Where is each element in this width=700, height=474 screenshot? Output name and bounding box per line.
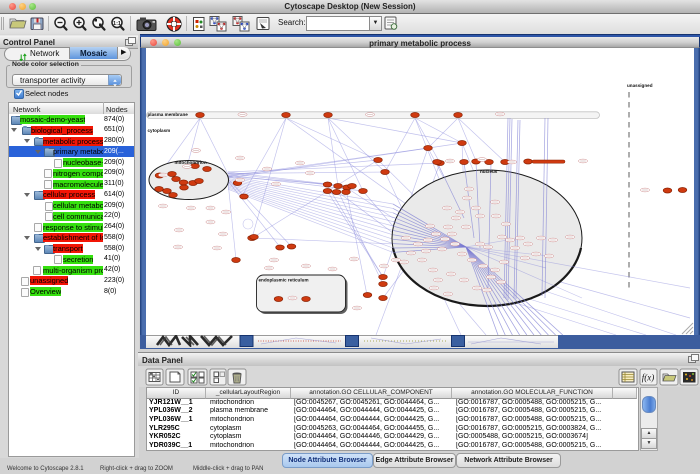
- svg-text:nucleus: nucleus: [480, 169, 498, 174]
- svg-text:1:1: 1:1: [113, 21, 121, 27]
- svg-text:cytoplasm: cytoplasm: [148, 128, 171, 133]
- svg-text:f(x): f(x): [642, 373, 655, 383]
- svg-text:unassigned: unassigned: [627, 83, 653, 88]
- svg-text:endoplasmic reticulum: endoplasmic reticulum: [259, 278, 309, 283]
- svg-text:plasma membrane: plasma membrane: [148, 112, 189, 117]
- svg-text:mitochondrion: mitochondrion: [175, 160, 207, 165]
